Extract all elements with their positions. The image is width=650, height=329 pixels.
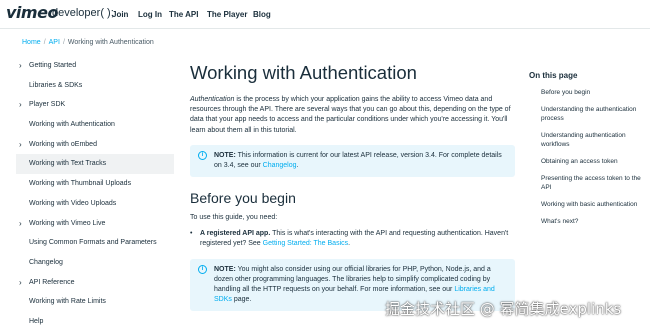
version-note: i NOTE: This information is current for … [190, 144, 515, 178]
sidebar-item-label: Help [29, 317, 44, 325]
chevron-right-icon[interactable]: › [19, 135, 22, 155]
chevron-right-icon[interactable]: › [19, 56, 22, 76]
vimeo-logo[interactable]: vimeo [6, 3, 58, 22]
breadcrumb-current: Working with Authentication [67, 39, 154, 46]
sidebar-item-label: Using Common Formats and Parameters [29, 239, 157, 247]
section-intro: To use this guide, you need: [190, 214, 278, 222]
sidebar-item-label: Changelog [29, 258, 63, 266]
nav-log-in[interactable]: Log In [138, 10, 162, 19]
requirement-end: . [348, 240, 351, 248]
intro-emphasis: Authentication [190, 96, 235, 103]
info-icon: i [198, 150, 207, 160]
sidebar-item[interactable]: › Player SDK [16, 95, 174, 115]
note-label: NOTE: [214, 151, 236, 159]
nav-join[interactable]: Join [112, 10, 128, 19]
breadcrumb-separator: / [62, 39, 65, 46]
sidebar-item-label: API Reference [29, 278, 75, 286]
sidebar-item[interactable]: Working with Text Tracks [16, 154, 174, 175]
sidebar-item[interactable]: › Working with oEmbed [16, 135, 174, 155]
sidebar-item-label: Working with Authentication [29, 121, 115, 129]
top-navigation-bar: vimeo developer( ); Join Log In The API … [0, 0, 650, 29]
sidebar-item-label: Working with Text Tracks [29, 160, 107, 168]
breadcrumb-api[interactable]: API [49, 39, 60, 46]
requirement-label: A registered API app. [200, 230, 271, 238]
nav-the-api[interactable]: The API [169, 10, 198, 19]
chevron-right-icon[interactable]: › [19, 214, 22, 234]
toc-item[interactable]: Obtaining an access token [529, 157, 647, 166]
toc-item[interactable]: Before you begin [529, 88, 647, 97]
sidebar-nav: › Getting Started Libraries & SDKs › Player … [16, 56, 174, 329]
sidebar-item[interactable]: Using Common Formats and Parameters [16, 233, 174, 253]
sidebar-item-label: Working with oEmbed [29, 140, 97, 148]
chevron-right-icon[interactable]: › [19, 95, 22, 115]
sidebar-item-label: Libraries & SDKs [29, 81, 83, 89]
breadcrumb-separator: / [43, 39, 46, 46]
toc-title: On this page [529, 71, 578, 80]
toc-item[interactable]: Understanding authentication workflows [529, 131, 647, 149]
toc-item[interactable]: Presenting the access token to the API [529, 174, 647, 192]
note-text: You might also consider using our offici… [214, 265, 491, 294]
chevron-right-icon[interactable]: › [19, 273, 22, 293]
sidebar-item-label: Getting Started [29, 62, 77, 69]
page-title: Working with Authentication [190, 62, 417, 83]
intro-paragraph: Authentication is the process by which y… [190, 95, 515, 136]
nav-blog[interactable]: Blog [253, 10, 271, 19]
watermark-text: 掘金技术社区 @ 幂简集成explinks [385, 300, 622, 318]
sidebar-item[interactable]: › API Reference [16, 273, 174, 293]
info-icon: i [198, 264, 207, 274]
sidebar-item-label: Working with Vimeo Live [29, 219, 106, 227]
requirement-list-item: A registered API app. This is what's int… [190, 229, 515, 249]
nav-the-player[interactable]: The Player [207, 10, 247, 19]
sidebar-item[interactable]: Working with Thumbnail Uploads [16, 174, 174, 194]
sidebar-item-label: Player SDK [29, 101, 66, 109]
developer-logo-text[interactable]: developer( ); [52, 7, 114, 19]
on-this-page-toc: On this page Before you begin Understandi… [529, 71, 647, 234]
note-text: This information is current for our late… [214, 151, 502, 170]
sidebar-item[interactable]: Changelog [16, 253, 174, 273]
toc-item[interactable]: Understanding the authentication process [529, 105, 647, 123]
sidebar-item-label: Working with Video Uploads [29, 199, 117, 207]
sidebar-item[interactable]: Working with Authentication [16, 115, 174, 135]
toc-item[interactable]: Working with basic authentication [529, 200, 647, 209]
note-end: page. [231, 296, 252, 304]
sidebar-item[interactable]: Help [16, 312, 174, 329]
note-label: NOTE: [214, 265, 236, 273]
breadcrumb-home[interactable]: Home [22, 39, 41, 46]
sidebar-item[interactable]: › Working with Vimeo Live [16, 214, 174, 234]
toc-item[interactable]: What's next? [529, 217, 647, 226]
intro-text: is the process by which your application… [190, 96, 511, 134]
sidebar-item[interactable]: Working with Video Uploads [16, 194, 174, 214]
changelog-link[interactable]: Changelog [263, 162, 297, 169]
sidebar-item[interactable]: › Getting Started [16, 56, 174, 76]
sidebar-item[interactable]: Libraries & SDKs [16, 76, 174, 96]
breadcrumb: Home / API / Working with Authentication [22, 39, 154, 46]
sidebar-item-label: Working with Thumbnail Uploads [29, 180, 132, 188]
sidebar-item-label: Working with Rate Limits [29, 298, 106, 306]
main-content: Working with Authentication Authenticati… [190, 62, 515, 312]
note-end: . [296, 162, 299, 170]
getting-started-link[interactable]: Getting Started: The Basics [263, 240, 348, 247]
section-heading-before-you-begin: Before you begin [190, 190, 296, 207]
sidebar-item[interactable]: Working with Rate Limits [16, 292, 174, 312]
